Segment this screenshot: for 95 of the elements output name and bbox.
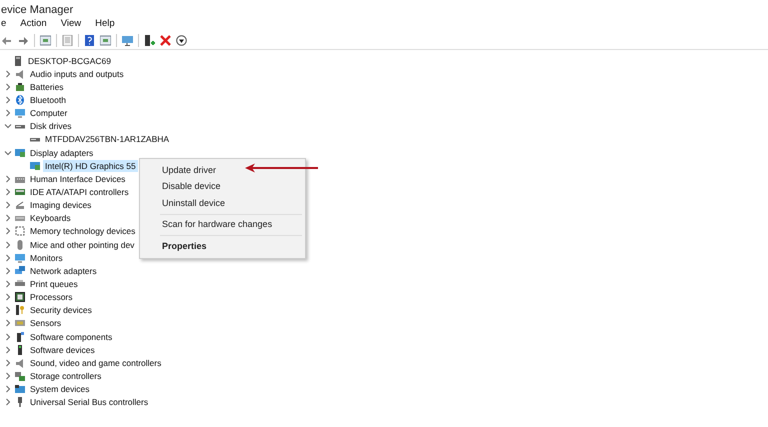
tree-item[interactable]: Security devices xyxy=(28,304,94,316)
menu-item[interactable]: Action xyxy=(20,17,47,31)
expand-chevron-icon[interactable] xyxy=(4,266,12,275)
tree-item[interactable]: Memory technology devices xyxy=(28,225,138,238)
monitor-icon xyxy=(15,252,25,263)
tree-item[interactable]: System devices xyxy=(28,383,92,396)
sensor-icon xyxy=(15,318,25,328)
computer-icon xyxy=(13,56,23,66)
battery-icon xyxy=(15,82,25,92)
tree-item[interactable]: Processors xyxy=(28,291,75,304)
tree-item[interactable]: Print queues xyxy=(28,278,80,290)
chip-icon xyxy=(15,292,25,302)
controller-icon xyxy=(15,186,25,197)
expand-chevron-icon[interactable] xyxy=(4,70,12,78)
document-icon[interactable] xyxy=(62,34,73,46)
scanner-icon xyxy=(15,200,25,210)
tree-item[interactable]: Intel(R) HD Graphics 55 xyxy=(43,160,138,172)
menu-item[interactable]: Uninstall device xyxy=(162,198,226,209)
tree-item[interactable]: Batteries xyxy=(28,80,66,93)
download-circle-icon[interactable] xyxy=(176,34,187,46)
tree-item[interactable]: Mice and other pointing dev xyxy=(28,238,136,251)
bluetooth-icon xyxy=(15,94,25,105)
system-folder-icon xyxy=(15,384,25,394)
tree-item[interactable]: Human Interface Devices xyxy=(28,172,128,185)
storage-icon xyxy=(15,370,25,381)
software-component-icon xyxy=(15,332,25,342)
expand-chevron-icon[interactable] xyxy=(4,174,12,183)
menu-item[interactable]: Properties xyxy=(162,240,207,252)
expand-chevron-icon[interactable] xyxy=(4,346,12,354)
expand-chevron-icon[interactable] xyxy=(4,214,12,222)
tree-item[interactable]: Keyboards xyxy=(28,212,73,224)
menu-item[interactable]: View xyxy=(60,17,82,31)
remove-icon[interactable] xyxy=(160,34,171,46)
tree-item[interactable]: Monitors xyxy=(28,252,65,264)
speaker-icon xyxy=(15,358,25,368)
expand-chevron-icon[interactable] xyxy=(4,385,12,394)
expand-chevron-icon[interactable] xyxy=(4,280,12,288)
tree-item[interactable]: Network adapters xyxy=(28,264,99,277)
collapse-chevron-icon[interactable] xyxy=(4,122,12,130)
monitor-icon xyxy=(15,108,25,118)
expand-chevron-icon[interactable] xyxy=(4,201,12,210)
tree-item[interactable]: Bluetooth xyxy=(28,94,68,106)
menu-item[interactable]: Help xyxy=(95,17,115,31)
speaker-icon xyxy=(15,68,25,79)
tree-item[interactable]: DESKTOP-BCGAC69 xyxy=(26,54,113,67)
expand-chevron-icon[interactable] xyxy=(4,372,12,380)
expand-chevron-icon[interactable] xyxy=(4,240,12,249)
tree-item[interactable]: Sensors xyxy=(28,317,64,330)
properties-sheet-icon[interactable] xyxy=(40,34,51,46)
tree-item[interactable]: Universal Serial Bus controllers xyxy=(28,396,150,408)
properties-sheet-icon[interactable] xyxy=(100,34,111,46)
tree-item[interactable]: Storage controllers xyxy=(28,370,104,382)
window-title: evice Manager xyxy=(0,3,74,17)
memory-card-icon xyxy=(15,226,25,236)
forward-arrow-icon[interactable] xyxy=(18,34,29,46)
tree-item[interactable]: IDE ATA/ATAPI controllers xyxy=(28,186,131,198)
expand-chevron-icon[interactable] xyxy=(4,188,12,196)
usb-plug-icon xyxy=(15,397,25,408)
tree-item[interactable]: Software components xyxy=(28,330,114,343)
tree-item[interactable]: Display adapters xyxy=(28,146,96,159)
expand-chevron-icon[interactable] xyxy=(4,227,12,236)
tree-item[interactable]: Software devices xyxy=(28,344,97,356)
tree-item[interactable]: Disk drives xyxy=(28,120,74,132)
expand-chevron-icon[interactable] xyxy=(4,109,12,118)
menu-item[interactable]: e xyxy=(1,17,6,31)
menu-item[interactable]: Scan for hardware changes xyxy=(162,219,272,230)
collapse-chevron-icon[interactable] xyxy=(4,148,12,157)
software-device-icon xyxy=(15,344,25,355)
keyboard-icon xyxy=(15,213,25,224)
expand-chevron-icon[interactable] xyxy=(4,319,12,328)
menu-item[interactable]: Update driver xyxy=(162,164,216,176)
tree-item[interactable]: Sound, video and game controllers xyxy=(28,356,164,369)
expand-chevron-icon[interactable] xyxy=(4,96,12,104)
expand-chevron-icon[interactable] xyxy=(4,306,12,314)
tree-item[interactable]: Computer xyxy=(28,107,70,120)
expand-chevron-icon[interactable] xyxy=(4,293,12,302)
tree-item[interactable]: Audio inputs and outputs xyxy=(28,68,126,80)
back-arrow-icon[interactable] xyxy=(2,34,13,46)
expand-chevron-icon[interactable] xyxy=(4,82,12,91)
expand-chevron-icon[interactable] xyxy=(4,332,12,341)
expand-chevron-icon[interactable] xyxy=(4,254,12,262)
monitor-icon[interactable] xyxy=(122,34,133,46)
expand-chevron-icon[interactable] xyxy=(4,398,12,406)
help-icon[interactable] xyxy=(84,34,95,46)
mouse-icon xyxy=(15,240,25,250)
tree-item[interactable]: MTFDDAV256TBN-1AR1ZABHA xyxy=(43,133,172,146)
tree-item[interactable]: Imaging devices xyxy=(28,199,94,212)
display-adapter-icon xyxy=(15,148,25,158)
device-add-icon[interactable] xyxy=(144,34,155,46)
printer-icon xyxy=(15,278,25,289)
expand-chevron-icon[interactable] xyxy=(4,358,12,367)
network-icon xyxy=(15,266,25,276)
key-icon xyxy=(15,305,25,316)
menu-item[interactable]: Disable device xyxy=(162,181,221,192)
display-adapter-icon xyxy=(30,160,40,171)
